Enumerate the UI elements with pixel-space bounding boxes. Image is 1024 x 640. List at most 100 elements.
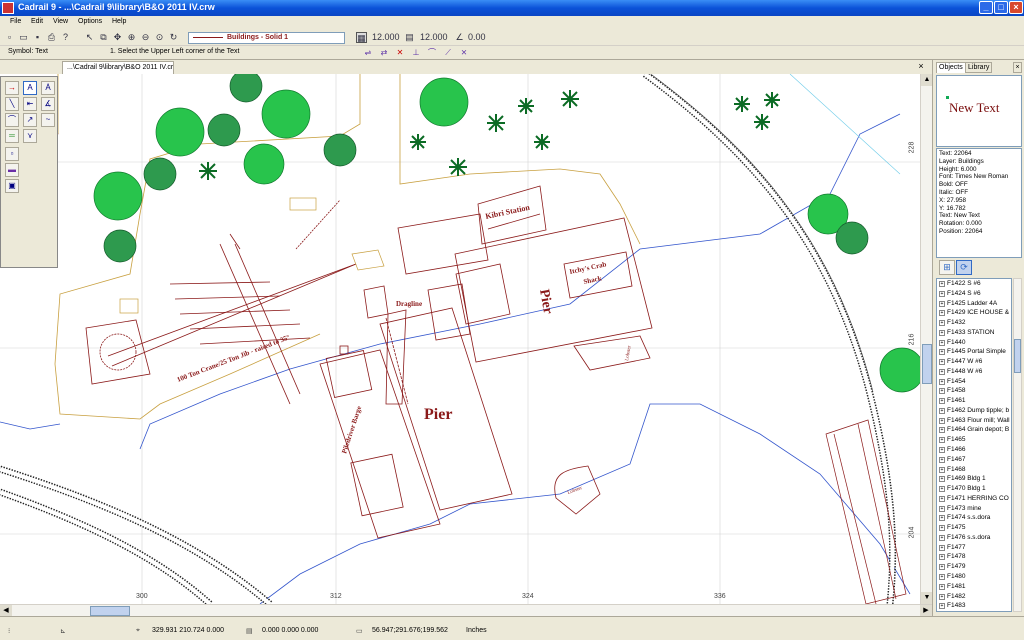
track-tool-icon[interactable]: ═	[5, 129, 19, 143]
expand-icon[interactable]: +	[939, 359, 945, 366]
expand-icon[interactable]: +	[939, 447, 945, 454]
tree-item[interactable]: + F1458	[937, 386, 1011, 396]
expand-icon[interactable]: +	[939, 564, 945, 571]
expand-icon[interactable]: +	[939, 320, 945, 327]
expand-icon[interactable]: +	[939, 583, 945, 590]
drawing-canvas[interactable]: Kibri Station Itchy's Crab Shack Pier Pi…	[0, 74, 920, 604]
expand-icon[interactable]: +	[939, 534, 945, 541]
dimension-tool-icon[interactable]: ⇤	[23, 97, 37, 111]
tree-item[interactable]: + F1440	[937, 338, 1011, 348]
expand-icon[interactable]: +	[939, 300, 945, 307]
new-file-icon[interactable]: ▫	[4, 32, 15, 43]
minimize-button[interactable]: _	[979, 1, 993, 14]
redraw-icon[interactable]: ↻	[168, 32, 179, 43]
tree-item[interactable]: + F1465	[937, 435, 1011, 445]
tree-item[interactable]: + F1462 Dump tipple; b	[937, 406, 1011, 416]
tree-item[interactable]: + F1470 Bldg 1	[937, 484, 1011, 494]
menu-view[interactable]: View	[53, 18, 68, 25]
expand-icon[interactable]: +	[939, 495, 945, 502]
snap-end-icon[interactable]: ⇌	[362, 47, 374, 58]
expand-icon[interactable]: +	[939, 398, 945, 405]
angle-dim-tool-icon[interactable]: ∡	[41, 97, 55, 111]
maximize-button[interactable]: □	[994, 1, 1008, 14]
move-icon[interactable]: ✥	[112, 32, 123, 43]
save-icon[interactable]: ▪	[32, 32, 43, 43]
text-edit-tool-icon[interactable]: Ȧ	[41, 81, 55, 95]
expand-icon[interactable]: +	[939, 290, 945, 297]
copy-icon[interactable]: ⧉	[98, 32, 109, 43]
expand-icon[interactable]: +	[939, 427, 945, 434]
expand-icon[interactable]: +	[939, 476, 945, 483]
expand-icon[interactable]: +	[939, 603, 945, 610]
curve-tool-icon[interactable]: ~	[41, 113, 55, 127]
horizontal-scrollbar[interactable]: ◀ ▶	[0, 604, 932, 617]
expand-icon[interactable]: +	[939, 573, 945, 580]
snap-perp-icon[interactable]: ⊥	[410, 47, 422, 58]
turnout-tool-icon[interactable]: ⋎	[23, 129, 37, 143]
vertical-scroll-thumb[interactable]	[922, 344, 932, 384]
angle-icon[interactable]: ∠	[454, 32, 465, 43]
snap-intersect-icon[interactable]: ⨯	[458, 47, 470, 58]
tree-item[interactable]: + F1463 Flour mill; Wall	[937, 416, 1011, 426]
menu-help[interactable]: Help	[112, 18, 126, 25]
tab-library[interactable]: Library	[965, 62, 993, 73]
zoom-window-icon[interactable]: ⊙	[154, 32, 165, 43]
tree-item[interactable]: + F1454	[937, 377, 1011, 387]
tree-item[interactable]: + F1468	[937, 465, 1011, 475]
fill-tool-icon[interactable]: ▬	[5, 163, 19, 177]
tree-scrollbar[interactable]	[1013, 278, 1022, 612]
open-folder-icon[interactable]: ▭	[18, 32, 29, 43]
rect-tool-icon[interactable]: ▫	[5, 147, 19, 161]
tab-objects[interactable]: Objects	[936, 62, 966, 73]
vertical-scrollbar[interactable]: ▲ ▼	[920, 74, 933, 604]
tree-item[interactable]: + F1424 S #6	[937, 289, 1011, 299]
tree-item[interactable]: + F1422 S #6	[937, 279, 1011, 289]
expand-icon[interactable]: +	[939, 466, 945, 473]
document-close-button[interactable]: ×	[916, 61, 926, 71]
snap-grid-icon[interactable]: ▤	[404, 32, 415, 43]
object-tree[interactable]: + F1422 S #6 + F1424 S #6 + F1425 Ladder 4A + F…	[936, 278, 1012, 612]
expand-icon[interactable]: +	[939, 554, 945, 561]
tree-item[interactable]: + F1467	[937, 455, 1011, 465]
snap-near-icon[interactable]: ⟋	[442, 47, 454, 58]
menu-file[interactable]: File	[10, 18, 21, 25]
expand-icon[interactable]: +	[939, 407, 945, 414]
zoom-out-icon[interactable]: ⊖	[140, 32, 151, 43]
tree-view-icon[interactable]: ⊞	[939, 260, 955, 275]
tree-item[interactable]: + F1471 HERRING CO	[937, 494, 1011, 504]
pointer-tool-icon[interactable]: →	[5, 81, 19, 95]
tree-scroll-thumb[interactable]	[1014, 339, 1021, 373]
expand-icon[interactable]: +	[939, 593, 945, 600]
snap-center-icon[interactable]: ✕	[394, 47, 406, 58]
refresh-view-icon[interactable]: ⟳	[956, 260, 972, 275]
layer-combo[interactable]: Buildings - Solid 1	[188, 32, 345, 44]
expand-icon[interactable]: +	[939, 456, 945, 463]
tree-item[interactable]: + F1445 Portal Simple	[937, 347, 1011, 357]
help-icon[interactable]: ?	[60, 32, 71, 43]
expand-icon[interactable]: +	[939, 349, 945, 356]
tree-item[interactable]: + F1477	[937, 543, 1011, 553]
text-tool-icon[interactable]: A	[23, 81, 37, 95]
tree-item[interactable]: + F1447 W #6	[937, 357, 1011, 367]
expand-icon[interactable]: +	[939, 388, 945, 395]
tree-item[interactable]: + F1425 Ladder 4A	[937, 299, 1011, 309]
tree-item[interactable]: + F1473 mine	[937, 504, 1011, 514]
tree-item[interactable]: + F1469 Bldg 1	[937, 474, 1011, 484]
expand-icon[interactable]: +	[939, 368, 945, 375]
tree-item[interactable]: + F1481	[937, 582, 1011, 592]
tree-item[interactable]: + F1478	[937, 552, 1011, 562]
close-button[interactable]: ×	[1009, 1, 1023, 14]
expand-icon[interactable]: +	[939, 329, 945, 336]
expand-icon[interactable]: +	[939, 544, 945, 551]
zoom-in-icon[interactable]: ⊕	[126, 32, 137, 43]
app-icon[interactable]	[2, 2, 14, 14]
expand-icon[interactable]: +	[939, 310, 945, 317]
expand-icon[interactable]: +	[939, 505, 945, 512]
expand-icon[interactable]: +	[939, 486, 945, 493]
tree-item[interactable]: + F1466	[937, 445, 1011, 455]
menu-options[interactable]: Options	[78, 18, 102, 25]
menu-edit[interactable]: Edit	[31, 18, 43, 25]
expand-icon[interactable]: +	[939, 437, 945, 444]
tree-item[interactable]: + F1432	[937, 318, 1011, 328]
leader-tool-icon[interactable]: ↗	[23, 113, 37, 127]
